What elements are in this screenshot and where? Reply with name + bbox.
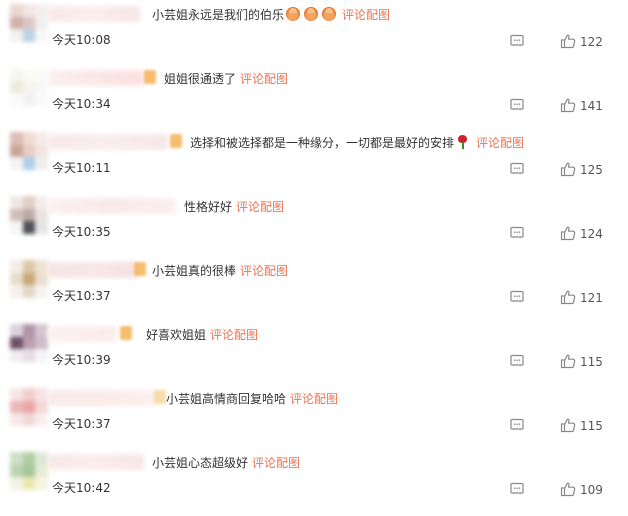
- comment-item: 姐姐很通透了 评论配图 今天10:34 141: [0, 64, 628, 128]
- like-count: 124: [580, 227, 603, 241]
- comment-body: 小芸姐永远是我们的伯乐: [152, 8, 285, 22]
- username-blurred[interactable]: [48, 326, 116, 342]
- badge-icon: [144, 70, 156, 84]
- like-count: 115: [580, 419, 603, 433]
- comment-bubble-icon[interactable]: [510, 162, 524, 176]
- username-blurred[interactable]: [48, 454, 144, 470]
- thumbs-up-icon[interactable]: [560, 289, 576, 305]
- comment-bubble-icon[interactable]: [510, 34, 524, 48]
- comment-item: 小芸姐真的很棒 评论配图 今天10:37 121: [0, 256, 628, 320]
- comment-time: 今天10:37: [52, 289, 111, 303]
- comment-image-link[interactable]: 评论配图: [240, 72, 288, 86]
- comment-text-row: 性格好好 评论配图: [184, 198, 284, 216]
- username-blurred[interactable]: [48, 390, 158, 406]
- like-count: 109: [580, 483, 603, 497]
- comment-time: 今天10:11: [52, 161, 111, 175]
- comment-image-link[interactable]: 评论配图: [252, 456, 300, 470]
- comment-body: 选择和被选择都是一种缘分，一切都是最好的安排: [190, 136, 455, 150]
- comment-time: 今天10:34: [52, 97, 111, 111]
- comment-body: 小芸姐真的很棒: [152, 264, 237, 278]
- badge-icon: [154, 390, 166, 404]
- comment-body: 姐姐很通透了: [164, 72, 237, 86]
- avatar[interactable]: [10, 260, 48, 298]
- username-blurred[interactable]: [48, 70, 144, 86]
- comment-text-row: 小芸姐高情商回复哈哈 评论配图: [166, 390, 338, 408]
- username-blurred[interactable]: [48, 134, 168, 150]
- like-count: 121: [580, 291, 603, 305]
- raised-hands-emoji: [322, 7, 337, 21]
- comment-item: 好喜欢姐姐 评论配图 今天10:39 115: [0, 320, 628, 384]
- badge-icon: [120, 326, 132, 340]
- like-count: 122: [580, 35, 603, 49]
- badge-icon: [134, 262, 146, 276]
- comment-image-link[interactable]: 评论配图: [210, 328, 258, 342]
- avatar[interactable]: [10, 196, 48, 234]
- comment-text-row: 姐姐很通透了 评论配图: [164, 70, 288, 88]
- raised-hands-emoji: [304, 7, 319, 21]
- comment-text-row: 小芸姐真的很棒 评论配图: [152, 262, 288, 280]
- badge-icon: [170, 134, 182, 148]
- comment-body: 好喜欢姐姐: [146, 328, 207, 342]
- comment-bubble-icon[interactable]: [510, 354, 524, 368]
- comment-body: 小芸姐心态超级好: [152, 456, 249, 470]
- thumbs-up-icon[interactable]: [560, 33, 576, 49]
- comment-time: 今天10:42: [52, 481, 111, 495]
- thumbs-up-icon[interactable]: [560, 481, 576, 497]
- thumbs-up-icon[interactable]: [560, 225, 576, 241]
- comment-image-link[interactable]: 评论配图: [476, 136, 524, 150]
- like-count: 141: [580, 99, 603, 113]
- comment-item: 性格好好 评论配图 今天10:35 124: [0, 192, 628, 256]
- comment-bubble-icon[interactable]: [510, 482, 524, 496]
- like-count: 125: [580, 163, 603, 177]
- avatar[interactable]: [10, 324, 48, 362]
- comment-bubble-icon[interactable]: [510, 98, 524, 112]
- comment-text-row: 选择和被选择都是一种缘分，一切都是最好的安排 评论配图: [190, 134, 524, 152]
- comment-text-row: 小芸姐心态超级好 评论配图: [152, 454, 300, 472]
- raised-hands-emoji: [286, 7, 301, 21]
- comment-item: 小芸姐心态超级好 评论配图 今天10:42 109: [0, 448, 628, 512]
- thumbs-up-icon[interactable]: [560, 353, 576, 369]
- username-blurred[interactable]: [48, 6, 140, 22]
- comment-item: 选择和被选择都是一种缘分，一切都是最好的安排 评论配图 今天10:11 125: [0, 128, 628, 192]
- avatar[interactable]: [10, 132, 48, 170]
- comment-image-link[interactable]: 评论配图: [290, 392, 338, 406]
- comment-item: 小芸姐高情商回复哈哈 评论配图 今天10:37 115: [0, 384, 628, 448]
- username-blurred[interactable]: [48, 262, 138, 278]
- comment-bubble-icon[interactable]: [510, 290, 524, 304]
- comment-text-row: 好喜欢姐姐 评论配图: [146, 326, 258, 344]
- avatar[interactable]: [10, 452, 48, 490]
- comment-time: 今天10:39: [52, 353, 111, 367]
- avatar[interactable]: [10, 388, 48, 426]
- comment-body: 性格好好: [184, 200, 233, 214]
- comment-image-link[interactable]: 评论配图: [236, 200, 284, 214]
- comment-bubble-icon[interactable]: [510, 418, 524, 432]
- avatar[interactable]: [10, 68, 48, 106]
- comment-time: 今天10:35: [52, 225, 111, 239]
- comment-bubble-icon[interactable]: [510, 226, 524, 240]
- comment-image-link[interactable]: 评论配图: [342, 8, 390, 22]
- thumbs-up-icon[interactable]: [560, 417, 576, 433]
- comment-time: 今天10:37: [52, 417, 111, 431]
- like-count: 115: [580, 355, 603, 369]
- thumbs-up-icon[interactable]: [560, 97, 576, 113]
- comment-text-row: 小芸姐永远是我们的伯乐 评论配图: [152, 6, 390, 24]
- comment-image-link[interactable]: 评论配图: [240, 264, 288, 278]
- thumbs-up-icon[interactable]: [560, 161, 576, 177]
- comment-time: 今天10:08: [52, 33, 111, 47]
- username-blurred[interactable]: [48, 198, 176, 214]
- rose-emoji: [457, 135, 468, 149]
- comment-item: 小芸姐永远是我们的伯乐 评论配图 今天10:08 122: [0, 0, 628, 64]
- comment-body: 小芸姐高情商回复哈哈: [166, 392, 287, 406]
- avatar[interactable]: [10, 4, 48, 42]
